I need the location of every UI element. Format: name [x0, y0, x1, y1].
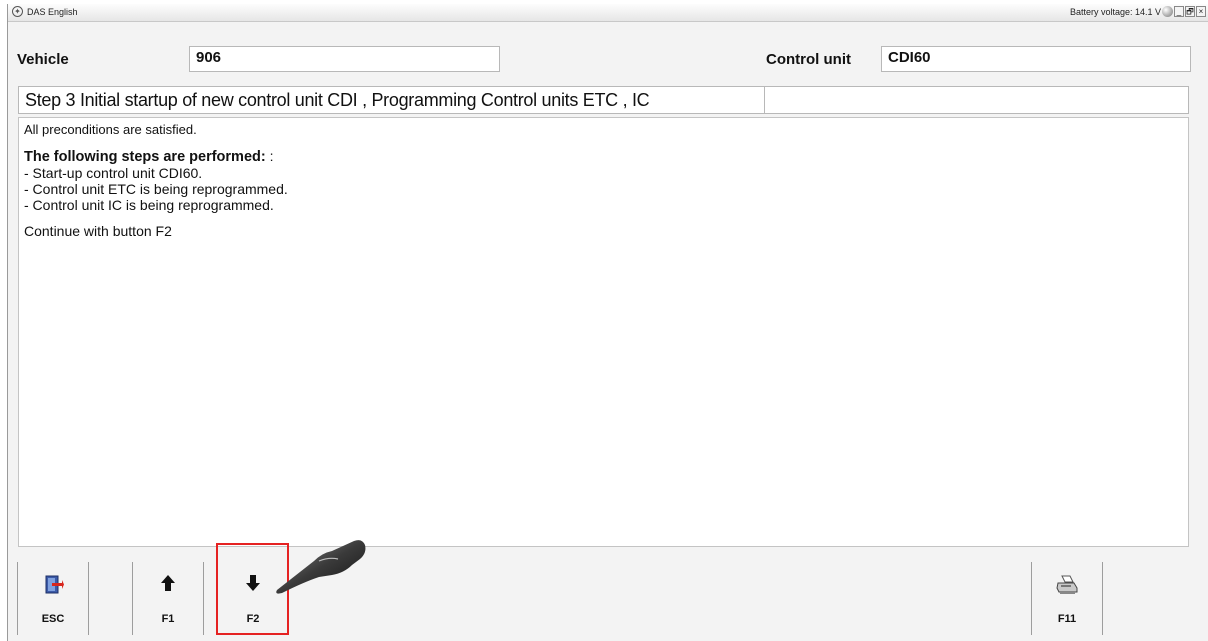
step-title: Step 3 Initial startup of new control un… — [18, 86, 1189, 114]
restore-button[interactable]: 🗗 — [1185, 6, 1195, 17]
step-item: - Start-up control unit CDI60. — [24, 165, 203, 181]
control-unit-label: Control unit — [766, 51, 851, 68]
f11-label: F11 — [1057, 613, 1077, 625]
printer-icon — [1032, 574, 1102, 601]
title-bar: ✦ DAS English Battery voltage: 14.1 V _ … — [8, 4, 1208, 22]
f11-button[interactable]: F11 — [1031, 562, 1103, 635]
continue-instruction: Continue with button F2 — [24, 223, 172, 239]
esc-button[interactable]: ESC — [17, 562, 89, 635]
preconditions-text: All preconditions are satisfied. — [24, 122, 197, 137]
arrow-up-icon — [133, 574, 203, 597]
vehicle-label: Vehicle — [17, 51, 69, 68]
f1-label: F1 — [161, 613, 175, 625]
control-unit-field: CDI60 — [881, 46, 1191, 72]
f1-button[interactable]: F1 — [132, 562, 204, 635]
step-divider — [764, 87, 765, 113]
message-panel: All preconditions are satisfied. The fol… — [18, 117, 1189, 547]
battery-voltage: Battery voltage: 14.1 V — [1069, 7, 1161, 17]
steps-heading: The following steps are performed: : — [24, 148, 274, 165]
pointing-hand-icon — [276, 540, 366, 594]
close-button[interactable]: × — [1196, 6, 1206, 17]
esc-label: ESC — [41, 613, 65, 625]
vehicle-field: 906 — [189, 46, 500, 72]
minimize-button[interactable]: _ — [1174, 6, 1184, 17]
window-title: DAS English — [27, 7, 78, 17]
step-title-text: Step 3 Initial startup of new control un… — [25, 90, 650, 110]
exit-door-icon — [18, 574, 88, 601]
app-logo-icon: ✦ — [12, 6, 23, 17]
step-item: - Control unit IC is being reprogrammed. — [24, 197, 274, 213]
step-item: - Control unit ETC is being reprogrammed… — [24, 181, 288, 197]
battery-status-icon — [1162, 6, 1173, 17]
